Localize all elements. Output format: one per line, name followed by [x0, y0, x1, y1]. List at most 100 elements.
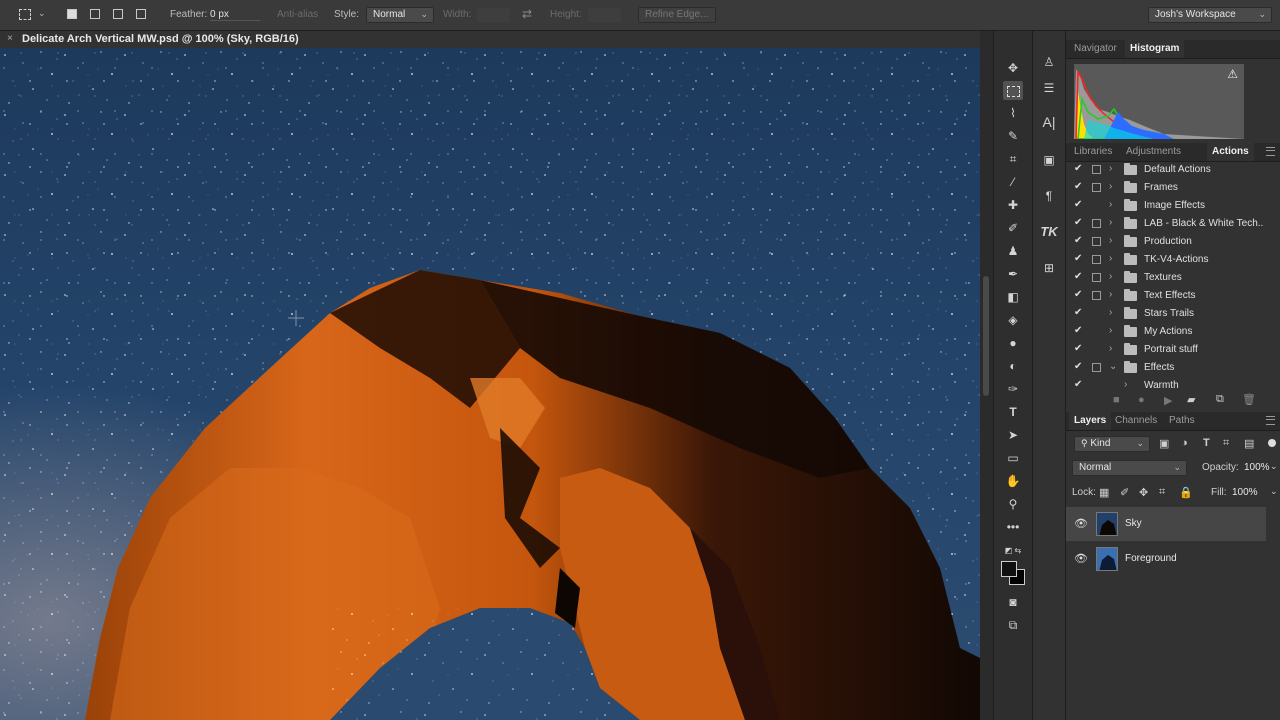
default-colors-icon[interactable]: ◩ ⇆	[1003, 541, 1023, 560]
panel-menu-icon[interactable]	[1266, 416, 1275, 425]
move-tool-icon[interactable]: ✥	[1003, 59, 1023, 78]
play-icon[interactable]: ▶	[1164, 394, 1172, 407]
image-panel-icon[interactable]: ▣	[1040, 151, 1058, 169]
chevron-right-icon[interactable]: ›	[1109, 325, 1112, 336]
chevron-right-icon[interactable]: ›	[1124, 379, 1127, 390]
width-input[interactable]	[477, 8, 510, 22]
style-select[interactable]: Normal ⌄	[366, 7, 434, 23]
dodge-tool-icon[interactable]: ◐	[1003, 357, 1023, 376]
check-icon[interactable]: ✔	[1074, 343, 1082, 354]
canvas-scrollbar[interactable]	[980, 31, 993, 720]
tab-layers[interactable]: Layers	[1069, 412, 1112, 430]
check-icon[interactable]: ✔	[1074, 181, 1082, 192]
list-item[interactable]: ✔ › Stars Trails	[1066, 306, 1266, 323]
filter-pixel-icon[interactable]: ▣	[1159, 437, 1169, 450]
puppet-icon[interactable]: ♙	[1040, 53, 1058, 71]
fill-input[interactable]: 100%	[1232, 487, 1258, 498]
lock-position-icon[interactable]: ✥	[1139, 486, 1148, 499]
filter-smart-object-icon[interactable]: ▤	[1244, 437, 1254, 450]
history-brush-tool-icon[interactable]: ✒	[1003, 265, 1023, 284]
screen-mode-icon[interactable]: ⧉	[1003, 616, 1023, 635]
check-icon[interactable]: ✔	[1074, 271, 1082, 282]
lock-all-icon[interactable]: 🔒	[1179, 486, 1193, 499]
subtract-from-selection-icon[interactable]	[113, 9, 123, 19]
clone-stamp-tool-icon[interactable]: ♟	[1003, 242, 1023, 261]
list-item[interactable]: ✔ ⌄ Effects	[1066, 360, 1266, 377]
stop-icon[interactable]: ■	[1113, 394, 1120, 406]
paragraph-panel-icon[interactable]: ¶	[1040, 187, 1058, 205]
brush-tool-icon[interactable]: ✐	[1003, 219, 1023, 238]
chevron-right-icon[interactable]: ›	[1109, 235, 1112, 246]
path-selection-tool-icon[interactable]: ➤	[1003, 426, 1023, 445]
chevron-down-icon[interactable]: ⌄	[38, 8, 46, 19]
chevron-down-icon[interactable]: ⌄	[1109, 361, 1117, 372]
list-item[interactable]: ✔ › Portrait stuff	[1066, 342, 1266, 359]
foreground-color-swatch[interactable]	[1001, 561, 1017, 577]
antialias-checkbox[interactable]: Anti-alias	[277, 9, 318, 20]
dialog-toggle-icon[interactable]	[1092, 165, 1101, 174]
blend-mode-select[interactable]: Normal ⌄	[1072, 460, 1187, 476]
lock-artboard-icon[interactable]: ⌗	[1159, 486, 1165, 499]
list-item[interactable]: ✔ › LAB - Black & White Tech...	[1066, 216, 1266, 233]
check-icon[interactable]: ✔	[1074, 325, 1082, 336]
crop-tool-icon[interactable]: ⌗	[1003, 150, 1023, 169]
dialog-toggle-icon[interactable]	[1092, 237, 1101, 246]
scrollbar-thumb[interactable]	[983, 276, 989, 396]
list-item[interactable]: ✔ › Image Effects	[1066, 198, 1266, 215]
new-set-folder-icon[interactable]: ▰	[1187, 393, 1195, 406]
panel-menu-icon[interactable]	[1266, 147, 1275, 156]
tab-libraries[interactable]: Libraries	[1074, 146, 1112, 157]
zoom-tool-icon[interactable]: ⚲	[1003, 495, 1023, 514]
chevron-right-icon[interactable]: ›	[1109, 217, 1112, 228]
tab-actions[interactable]: Actions	[1207, 143, 1254, 161]
more-tools-icon[interactable]: •••	[1003, 518, 1023, 537]
dialog-toggle-icon[interactable]	[1092, 363, 1101, 372]
tab-channels[interactable]: Channels	[1115, 415, 1157, 426]
quick-selection-tool-icon[interactable]: ✎	[1003, 127, 1023, 146]
chevron-right-icon[interactable]: ›	[1109, 271, 1112, 282]
chevron-down-icon[interactable]: ⌄	[1270, 461, 1278, 472]
record-icon[interactable]: ●	[1138, 394, 1145, 406]
check-icon[interactable]: ✔	[1074, 163, 1082, 174]
chevron-right-icon[interactable]: ›	[1109, 307, 1112, 318]
image-canvas[interactable]	[0, 48, 980, 720]
check-icon[interactable]: ✔	[1074, 235, 1082, 246]
chevron-down-icon[interactable]: ⌄	[1270, 486, 1278, 497]
tab-histogram[interactable]: Histogram	[1125, 40, 1185, 58]
chevron-right-icon[interactable]: ›	[1109, 199, 1112, 210]
quick-mask-icon[interactable]: ◙	[1003, 593, 1023, 612]
list-item[interactable]: ✔ › TK-V4-Actions	[1066, 252, 1266, 269]
pen-tool-icon[interactable]: ✑	[1003, 380, 1023, 399]
new-selection-icon[interactable]	[67, 9, 77, 19]
filter-adjustment-icon[interactable]: ◑	[1181, 437, 1188, 449]
add-to-selection-icon[interactable]	[90, 9, 100, 19]
document-tab[interactable]: × Delicate Arch Vertical MW.psd @ 100% (…	[0, 31, 990, 49]
check-icon[interactable]: ✔	[1074, 361, 1082, 372]
list-item[interactable]: ✔ › My Actions	[1066, 324, 1266, 341]
filter-type-icon[interactable]: T	[1203, 437, 1210, 449]
list-item[interactable]: ✔ › Text Effects	[1066, 288, 1266, 305]
feather-input[interactable]: 0 px	[210, 9, 260, 21]
opacity-input[interactable]: 100%	[1244, 462, 1270, 473]
filter-toggle-icon[interactable]	[1268, 439, 1276, 447]
list-item[interactable]: ✔ › Textures	[1066, 270, 1266, 287]
rectangle-tool-icon[interactable]: ▭	[1003, 449, 1023, 468]
trash-icon[interactable]: 🗑	[1242, 393, 1256, 406]
check-icon[interactable]: ✔	[1074, 217, 1082, 228]
eyedropper-tool-icon[interactable]: ⁄	[1003, 173, 1023, 192]
chevron-right-icon[interactable]: ›	[1109, 289, 1112, 300]
sliders-icon[interactable]: ☰	[1040, 79, 1058, 97]
layer-kind-select[interactable]: ⚲ Kind ⌄	[1074, 436, 1150, 452]
tab-paths[interactable]: Paths	[1169, 415, 1195, 426]
tab-adjustments[interactable]: Adjustments	[1126, 146, 1181, 157]
dialog-toggle-icon[interactable]	[1092, 273, 1101, 282]
chevron-right-icon[interactable]: ›	[1109, 253, 1112, 264]
intersect-selection-icon[interactable]	[136, 9, 146, 19]
marquee-tool-preset-icon[interactable]	[19, 9, 31, 20]
swap-width-height-icon[interactable]: ⇄	[522, 7, 532, 21]
eye-icon[interactable]: 👁	[1074, 517, 1088, 530]
chevron-right-icon[interactable]: ›	[1109, 343, 1112, 354]
lasso-tool-icon[interactable]: ⌇	[1003, 104, 1023, 123]
plugin-panel-icon[interactable]: ⊞	[1040, 259, 1058, 277]
rectangular-marquee-tool-icon[interactable]	[1003, 81, 1023, 100]
